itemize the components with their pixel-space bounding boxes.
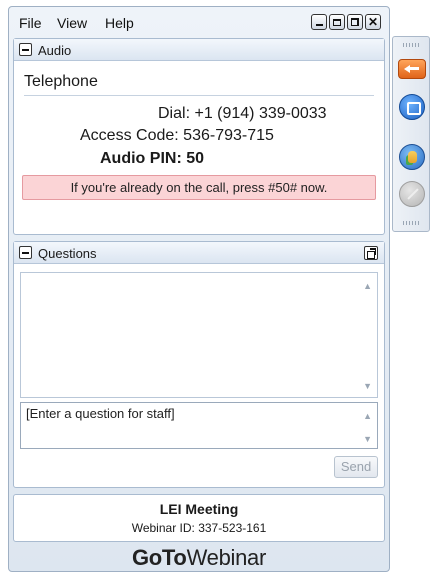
question-input[interactable]: [Enter a question for staff] ▲ ▼ <box>20 402 378 449</box>
restore-icon[interactable] <box>347 14 363 30</box>
audio-pin-label: Audio PIN: <box>100 150 182 167</box>
meeting-name: LEI Meeting <box>159 501 239 517</box>
webinar-control-panel: File View Help ✕ Audio Telephone Dial: +… <box>8 6 390 572</box>
dial-number: +1 (914) 339-0033 <box>194 105 327 122</box>
question-input-placeholder: [Enter a question for staff] <box>26 406 175 421</box>
webinar-id-line: Webinar ID: 337-523-161 <box>14 521 384 535</box>
questions-panel: Questions ▲ ▼ [Enter a question for staf… <box>13 241 385 488</box>
menu-bar: File View Help ✕ <box>9 7 389 37</box>
drag-grip-top[interactable] <box>403 43 419 47</box>
questions-log[interactable]: ▲ ▼ <box>20 272 378 398</box>
menu-view[interactable]: View <box>57 15 87 31</box>
audio-pin-value: 50 <box>186 150 205 167</box>
maximize-icon[interactable] <box>329 14 345 30</box>
disabled-icon[interactable] <box>399 181 425 207</box>
screen-share-icon[interactable] <box>399 94 425 120</box>
send-button[interactable]: Send <box>334 456 378 478</box>
collapse-audio-icon[interactable] <box>19 43 32 56</box>
audio-pin-line: Audio PIN: 50 <box>100 150 204 168</box>
popout-icon[interactable] <box>364 246 378 260</box>
dial-line: Dial: +1 (914) 339-0033 <box>158 105 327 123</box>
questions-panel-header: Questions <box>14 242 384 264</box>
audio-panel-header: Audio <box>14 39 384 61</box>
audio-mode-label: Telephone <box>24 73 98 90</box>
window-controls: ✕ <box>311 14 381 30</box>
access-code-value: 536-793-715 <box>183 127 274 144</box>
scroll-up-icon[interactable]: ▲ <box>363 281 372 291</box>
menu-file[interactable]: File <box>19 15 42 31</box>
minimize-icon[interactable] <box>311 14 327 30</box>
menu-help[interactable]: Help <box>105 15 134 31</box>
close-icon[interactable]: ✕ <box>365 14 381 30</box>
input-scroll-down-icon[interactable]: ▼ <box>363 434 372 444</box>
divider <box>24 95 374 96</box>
webinar-id-value: 337-523-161 <box>198 521 267 535</box>
meeting-info: LEI Meeting Webinar ID: 337-523-161 <box>13 494 385 542</box>
drag-grip-bottom[interactable] <box>403 221 419 225</box>
arrow-left-icon[interactable] <box>398 59 426 79</box>
input-scroll-up-icon[interactable]: ▲ <box>363 411 372 421</box>
audio-panel: Audio Telephone Dial: +1 (914) 339-0033 … <box>13 38 385 235</box>
collapse-questions-icon[interactable] <box>19 246 32 259</box>
access-code-label: Access Code: <box>80 127 179 144</box>
control-strip <box>392 36 430 232</box>
questions-panel-title: Questions <box>38 246 97 261</box>
access-code-line: Access Code: 536-793-715 <box>80 127 274 145</box>
dial-label: Dial: <box>158 105 191 122</box>
webinar-id-label: Webinar ID: <box>131 521 195 535</box>
raise-hand-icon[interactable] <box>399 144 425 170</box>
scroll-down-icon[interactable]: ▼ <box>363 381 372 391</box>
gotowebinar-logo: GoToWebinar <box>131 545 267 570</box>
audio-panel-title: Audio <box>38 43 72 58</box>
audio-pin-notice: If you're already on the call, press #50… <box>22 175 376 200</box>
